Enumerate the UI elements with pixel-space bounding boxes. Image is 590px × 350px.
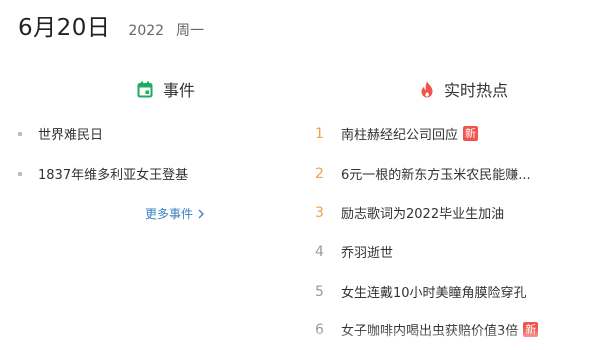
flame-icon [420, 81, 434, 98]
hot-list-item[interactable]: 2 6元一根的新东方玉米农民能赚... [315, 164, 531, 184]
more-events-link[interactable]: 更多事件 [145, 205, 204, 222]
bullet-dot [18, 171, 22, 176]
hot-rank: 5 [315, 283, 324, 300]
events-title-label: 事件 [163, 81, 196, 100]
hot-list-item[interactable]: 4 乔羽逝世 [315, 242, 393, 262]
hot-list-item[interactable]: 1 南柱赫经纪公司回应 新 [315, 124, 479, 143]
hot-item-text[interactable]: 6元一根的新东方玉米农民能赚... [341, 164, 531, 183]
date-weekday: 周一 [176, 23, 205, 39]
bullet-dot [18, 131, 22, 136]
hot-list-item[interactable]: 3 励志歌词为2022毕业生加油 [315, 203, 504, 223]
new-badge: 新 [463, 126, 479, 141]
event-item-label: 1837年维多利亚女王登基 [38, 168, 189, 183]
date-main: 6月20日 [18, 15, 111, 41]
event-item[interactable]: 世界难民日 [18, 124, 103, 143]
hot-list-item[interactable]: 5 女生连戴10小时美瞳角膜险穿孔 [315, 282, 527, 302]
hot-item-text[interactable]: 励志歌词为2022毕业生加油 [341, 203, 504, 222]
hot-title-label: 实时热点 [444, 81, 509, 100]
events-section-title: 事件 [137, 77, 195, 101]
date-header: 6月20日 2022 周一 [18, 8, 204, 42]
more-events-label: 更多事件 [145, 207, 194, 221]
hot-rank: 2 [315, 165, 324, 182]
hot-item-text[interactable]: 乔羽逝世 [341, 242, 393, 261]
chevron-right-icon [198, 209, 204, 218]
hot-rank: 1 [315, 125, 324, 142]
hot-item-text[interactable]: 南柱赫经纪公司回应 [341, 124, 458, 143]
date-year: 2022 [128, 23, 165, 39]
hot-item-text[interactable]: 女生连戴10小时美瞳角膜险穿孔 [341, 282, 527, 301]
event-item[interactable]: 1837年维多利亚女王登基 [18, 164, 188, 183]
calendar-icon [137, 81, 153, 98]
hot-rank: 3 [315, 204, 324, 221]
bottom-fade-overlay [0, 328, 590, 350]
hot-section-title: 实时热点 [420, 77, 508, 101]
hot-rank: 4 [315, 243, 324, 260]
event-item-label: 世界难民日 [38, 128, 104, 143]
